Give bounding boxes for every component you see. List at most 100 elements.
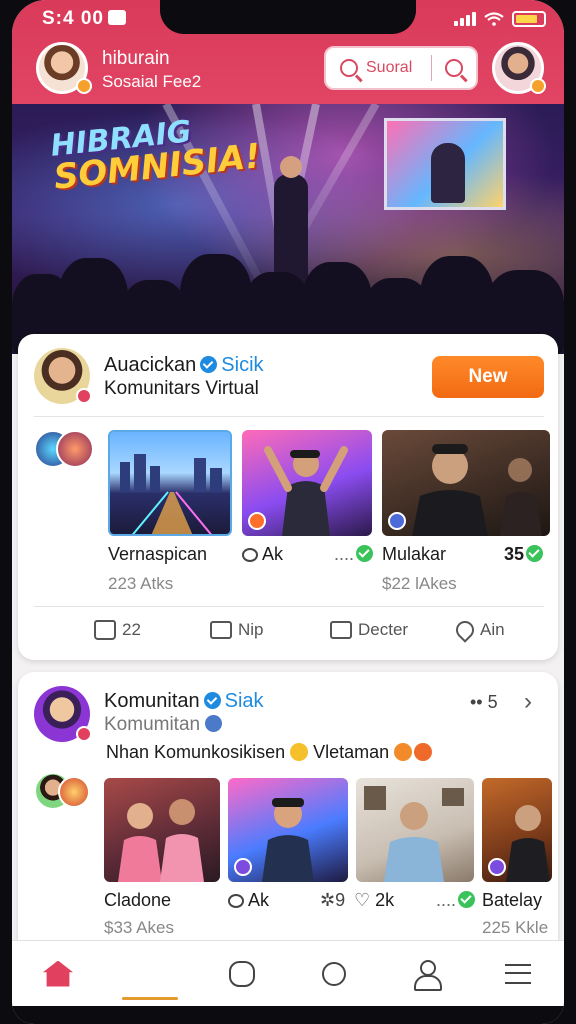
story-avatars[interactable]: [34, 430, 94, 470]
post-author[interactable]: Auacickan Sicik: [104, 354, 264, 377]
chat-icon: [229, 960, 255, 987]
device-bottom-bezel: [12, 1006, 564, 1024]
post-subtitle: Komumitan: [104, 714, 223, 736]
item-title: Vernaspican: [108, 544, 208, 564]
thumbs-up-icon: [94, 620, 116, 640]
media-type-icon: [234, 858, 252, 876]
item-meta: $22 lAkes: [382, 574, 457, 593]
notification-icon: [108, 10, 126, 25]
nav-comments[interactable]: [304, 944, 364, 1004]
app-subtitle: Sosaial Fee2: [102, 72, 202, 91]
media-type-icon: [488, 858, 506, 876]
app-screen: S:4 00 hiburain Sosaial Fee2 Suoral HIBR…: [12, 0, 564, 1024]
chevron-right-icon[interactable]: ›: [524, 688, 532, 716]
emoji-icon: [394, 743, 413, 761]
comment-icon: [210, 621, 232, 639]
nav-menu[interactable]: [488, 944, 548, 1004]
new-button[interactable]: New: [432, 356, 544, 398]
divider: [34, 416, 544, 417]
sun-icon: [290, 743, 309, 761]
camera-notch: [160, 0, 416, 34]
nav-home[interactable]: [28, 944, 88, 1004]
nav-chat[interactable]: [212, 944, 272, 1004]
media-thumbnail[interactable]: [482, 778, 552, 882]
item-title: Ak: [242, 544, 283, 565]
item-title: Ak: [228, 890, 269, 911]
media-thumbnail[interactable]: [228, 778, 348, 882]
more-count[interactable]: •• 5: [470, 692, 498, 713]
status-time: S:4 00: [42, 8, 104, 29]
verified-icon: [200, 356, 218, 373]
item-status: ....: [334, 544, 374, 565]
item-status: ....: [436, 890, 476, 911]
divider: [34, 606, 544, 607]
item-stat: ✲9: [320, 890, 346, 910]
avatar-badge: [76, 388, 92, 404]
media-type-icon: [388, 512, 406, 530]
media-type-icon: [248, 512, 266, 530]
wifi-icon: [484, 12, 504, 26]
media-thumbnail[interactable]: [356, 778, 474, 882]
share-icon: [452, 617, 478, 643]
author-badge-label: Siak: [224, 690, 264, 712]
signal-icon: [454, 12, 476, 26]
message-button[interactable]: Decter: [330, 620, 408, 640]
app-title: hiburain: [102, 48, 170, 69]
item-title: Batelay: [482, 890, 543, 910]
active-indicator: [122, 996, 178, 1000]
search-bar[interactable]: Suoral: [324, 46, 478, 90]
hero-logo: HIBRAIG SOMNISIA!: [49, 111, 262, 197]
story-avatars[interactable]: [34, 772, 94, 812]
check-icon: [526, 545, 544, 562]
search-input[interactable]: Suoral: [366, 59, 431, 77]
comment-icon: [322, 961, 346, 986]
check-icon: [356, 545, 374, 562]
item-title: Cladone: [104, 890, 172, 910]
emoji-icon: [414, 743, 433, 761]
post-card[interactable]: Komunitan Siak Komumitan •• 5 › Nhan Komu…: [18, 672, 558, 942]
post-card[interactable]: Auacickan Sicik Komunitars Virtual New Ve…: [18, 334, 558, 660]
heart-icon: ♡: [354, 890, 371, 910]
share-button[interactable]: Ain: [452, 617, 505, 643]
online-badge: [76, 78, 92, 94]
search-button[interactable]: [432, 48, 476, 88]
home-icon: [43, 960, 73, 987]
search-icon: [340, 59, 358, 77]
item-count: 35: [504, 544, 544, 565]
item-meta: 225 Kkle: [482, 918, 549, 937]
message-icon: [330, 621, 352, 639]
avatar-badge: [76, 726, 92, 742]
nav-profile[interactable]: [396, 944, 456, 1004]
hero-banner[interactable]: HIBRAIG SOMNISIA!: [12, 104, 564, 354]
profile-badge: [530, 78, 546, 94]
verified-icon: [203, 692, 221, 709]
post-caption: Nhan Komunkosikisen Vletaman: [106, 742, 433, 763]
check-icon: [458, 891, 476, 908]
nav-search[interactable]: [120, 944, 474, 1024]
info-icon: [205, 715, 223, 732]
comment-icon: [242, 548, 258, 562]
profile-icon: [413, 959, 442, 991]
comment-icon: [228, 894, 244, 908]
item-meta: 223 Atks: [108, 574, 174, 593]
post-author[interactable]: Komunitan Siak: [104, 690, 264, 713]
comment-button[interactable]: Nip: [210, 620, 264, 640]
bottom-nav: [12, 940, 564, 1024]
app-title-block: hiburain Sosaial Fee2: [102, 48, 201, 92]
battery-icon: [512, 11, 546, 27]
author-name: Auacickan: [104, 354, 197, 376]
media-thumbnail[interactable]: [382, 430, 550, 536]
community-name: Komunitars Virtual: [104, 378, 259, 399]
media-thumbnail[interactable]: [104, 778, 220, 882]
author-name: Komunitan: [104, 690, 200, 712]
stage-screen: [384, 118, 506, 210]
status-icons: [454, 11, 546, 27]
author-badge-label: Sicik: [221, 354, 264, 376]
item-likes: ♡ 2k: [354, 890, 395, 910]
item-title: Mulakar: [382, 544, 447, 564]
media-thumbnail[interactable]: [242, 430, 372, 536]
like-button[interactable]: 22: [94, 620, 141, 640]
menu-icon: [505, 963, 531, 984]
media-thumbnail[interactable]: [108, 430, 232, 536]
header-bar: S:4 00 hiburain Sosaial Fee2 Suoral: [12, 0, 564, 104]
